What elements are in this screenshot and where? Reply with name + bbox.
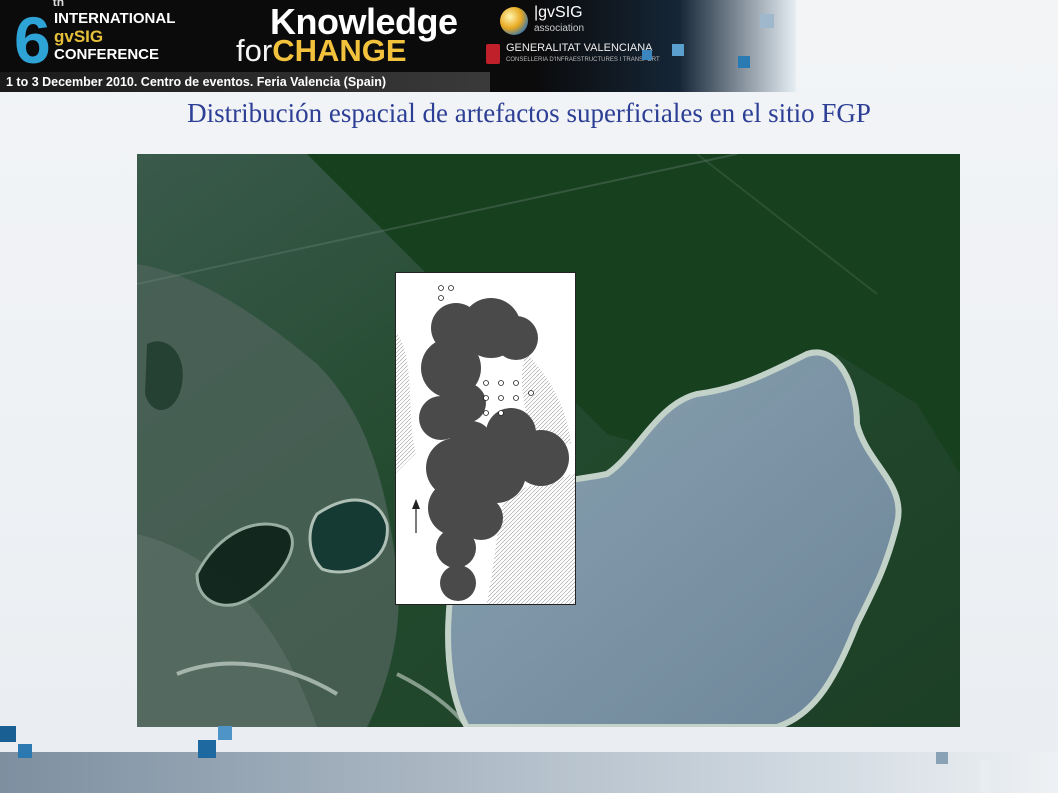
conference-line-1: INTERNATIONAL <box>54 10 176 27</box>
generalitat-logo: GENERALITAT VALENCIANA CONSELLERIA D'INF… <box>486 42 660 66</box>
conference-name: INTERNATIONAL gvSIG CONFERENCE <box>54 10 175 64</box>
date-location-bar: 1 to 3 December 2010. Centro de eventos.… <box>0 72 490 92</box>
slide-title: Distribución espacial de artefactos supe… <box>187 98 871 128</box>
gvsig-association-text: |gvSIG association <box>534 5 584 37</box>
bat-crest-icon <box>486 44 500 64</box>
association-sub: association <box>534 23 585 34</box>
decor-square <box>936 752 948 764</box>
artifact-density-drawing <box>396 273 575 604</box>
footer-band <box>0 752 1058 793</box>
slogan-change: forCHANGE <box>236 34 407 68</box>
slogan-change-word: CHANGE <box>272 33 407 68</box>
decor-square <box>0 726 16 742</box>
slogan-for: for <box>236 33 273 68</box>
sponsor-name: GENERALITAT VALENCIANA <box>506 42 653 54</box>
decor-square <box>218 726 232 740</box>
decor-square <box>760 14 774 28</box>
decor-square <box>980 760 990 793</box>
sponsor-sub: CONSELLERIA D'INFRAESTRUCTURES I TRANSPO… <box>506 57 660 63</box>
conference-line-3: CONFERENCE <box>54 46 160 63</box>
decor-square <box>672 44 684 56</box>
decor-square <box>738 56 750 68</box>
association-name: |gvSIG <box>534 4 583 21</box>
conference-line-2: gvSIG <box>54 27 104 46</box>
decor-square <box>18 744 32 758</box>
generalitat-text: GENERALITAT VALENCIANA CONSELLERIA D'INF… <box>506 42 660 66</box>
gvsig-association-logo: |gvSIG association <box>500 5 584 37</box>
decor-square <box>198 740 216 758</box>
gvsig-globe-icon <box>500 7 528 35</box>
edition-number: 6 <box>14 3 51 77</box>
decor-square <box>642 50 652 60</box>
site-distribution-map <box>395 272 576 605</box>
edition-suffix: th <box>52 0 65 9</box>
conference-banner: 6th INTERNATIONAL gvSIG CONFERENCE Knowl… <box>0 0 796 92</box>
